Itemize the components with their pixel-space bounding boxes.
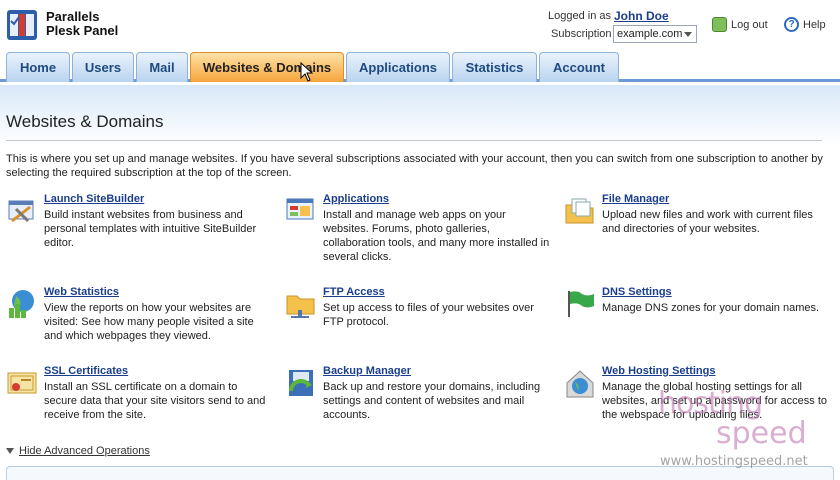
- web-statistics-desc: View the reports on how your websites ar…: [44, 302, 254, 342]
- file-manager-link[interactable]: File Manager: [602, 193, 669, 205]
- tab-websites-domains[interactable]: Websites & Domains: [190, 52, 344, 82]
- hide-advanced-operations-toggle[interactable]: Hide Advanced Operations: [6, 445, 150, 457]
- subscription-label: Subscription: [551, 28, 612, 40]
- main-tabbar: Home Users Mail Websites & Domains Appli…: [0, 50, 840, 82]
- tab-mail[interactable]: Mail: [136, 52, 188, 82]
- ftp-access-desc: Set up access to files of your websites …: [323, 302, 534, 328]
- logged-in-label: Logged in as: [548, 10, 611, 22]
- file-manager-icon: [565, 198, 594, 224]
- collapse-triangle-icon: [6, 448, 14, 454]
- tab-home[interactable]: Home: [6, 52, 70, 82]
- page-title: Websites & Domains: [6, 112, 164, 131]
- backup-icon: [289, 370, 313, 396]
- page-intro: This is where you set up and manage webs…: [6, 153, 823, 179]
- chevron-down-icon: [684, 32, 692, 37]
- ssl-certificates-link[interactable]: SSL Certificates: [44, 365, 128, 377]
- sitebuilder-link[interactable]: Launch SiteBuilder: [44, 193, 144, 205]
- tab-applications[interactable]: Applications: [346, 52, 450, 82]
- web-statistics-icon: [9, 290, 34, 318]
- user-link[interactable]: John Doe: [614, 9, 669, 23]
- applications-link[interactable]: Applications: [323, 193, 389, 205]
- ftp-folder-icon: [286, 295, 315, 318]
- hostingspeed-watermark: hosting speed www.hostingspeed.net: [658, 386, 808, 469]
- tab-users[interactable]: Users: [72, 52, 134, 82]
- sitebuilder-icon: [8, 200, 34, 223]
- applications-desc: Install and manage web apps on your webs…: [323, 209, 550, 263]
- file-manager-desc: Upload new files and work with current f…: [602, 209, 813, 235]
- tab-statistics[interactable]: Statistics: [452, 52, 537, 82]
- dns-settings-desc: Manage DNS zones for your domain names.: [602, 302, 820, 314]
- brand-name: Parallels Plesk Panel: [46, 9, 119, 38]
- hosting-globe-icon: [566, 370, 594, 398]
- ftp-access-link[interactable]: FTP Access: [323, 286, 385, 298]
- dns-flag-icon: [568, 291, 594, 317]
- subscription-select[interactable]: example.com: [613, 25, 697, 43]
- backup-manager-link[interactable]: Backup Manager: [323, 365, 411, 377]
- certificate-icon: [7, 372, 37, 394]
- ssl-certificates-desc: Install an SSL certificate on a domain t…: [44, 381, 266, 421]
- mouse-cursor-icon: [300, 62, 314, 82]
- backup-manager-desc: Back up and restore your domains, includ…: [323, 381, 541, 421]
- logout-icon: [712, 17, 727, 32]
- help-icon: ?: [784, 17, 799, 32]
- plesk-logo-icon: [7, 10, 37, 40]
- web-statistics-link[interactable]: Web Statistics: [44, 286, 119, 298]
- tab-account[interactable]: Account: [539, 52, 619, 82]
- applications-icon: [286, 198, 314, 220]
- logout-button[interactable]: Log out: [712, 17, 768, 32]
- sitebuilder-desc: Build instant websites from business and…: [44, 209, 257, 249]
- help-button[interactable]: ? Help: [784, 17, 826, 32]
- dns-settings-link[interactable]: DNS Settings: [602, 286, 672, 298]
- title-divider: [6, 140, 822, 141]
